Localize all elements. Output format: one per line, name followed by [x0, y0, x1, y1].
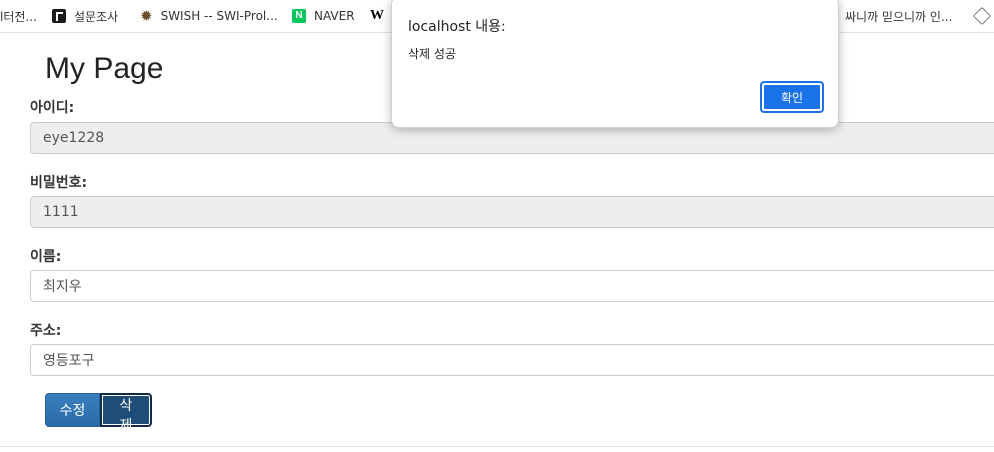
divider [0, 446, 994, 447]
id-label: 아이디: [30, 100, 75, 116]
address-label: 주소: [30, 323, 62, 339]
dialog-title: localhost 내용: [408, 19, 506, 35]
bookmark-label: NAVER [314, 9, 355, 23]
name-label: 이름: [30, 249, 62, 265]
bookmark-label: l터전... [0, 9, 37, 24]
edit-button[interactable]: 수정 [45, 393, 100, 427]
bookmark-survey[interactable]: 설문조사 [52, 0, 118, 32]
action-button-group: 수정 삭제 [45, 393, 152, 434]
bookmark-label: 설문조사 [74, 9, 119, 24]
page-title: My Page [45, 52, 164, 85]
bookmark-item[interactable]: l터전... [0, 0, 37, 32]
address-field[interactable] [30, 344, 994, 376]
alert-dialog: localhost 내용: 삭제 성공 확인 [391, 0, 839, 128]
dialog-message: 삭제 성공 [408, 47, 456, 61]
ok-button[interactable]: 확인 [760, 81, 824, 113]
password-label: 비밀번호: [30, 175, 88, 191]
name-field[interactable] [30, 270, 994, 302]
password-field[interactable] [30, 196, 994, 228]
gear-icon: ✹ [140, 7, 153, 25]
cube-icon [972, 6, 992, 26]
wikipedia-icon: W [370, 8, 384, 23]
bookmark-swish[interactable]: ✹ SWISH -- SWI-Prol... [140, 0, 278, 32]
delete-button[interactable]: 삭제 [100, 393, 152, 434]
bookmark-wikipedia[interactable]: W [370, 0, 384, 32]
bookmark-shop[interactable]: 싸니까 믿으니까 인... [845, 0, 952, 32]
bookmark-label: SWISH -- SWI-Prol... [160, 9, 278, 23]
naver-icon: N [292, 9, 306, 23]
bookmark-label: 싸니까 믿으니까 인... [845, 9, 953, 24]
bookmark-extra[interactable] [972, 0, 994, 32]
bookmark-naver[interactable]: N NAVER [292, 0, 355, 32]
document-icon [52, 9, 66, 23]
